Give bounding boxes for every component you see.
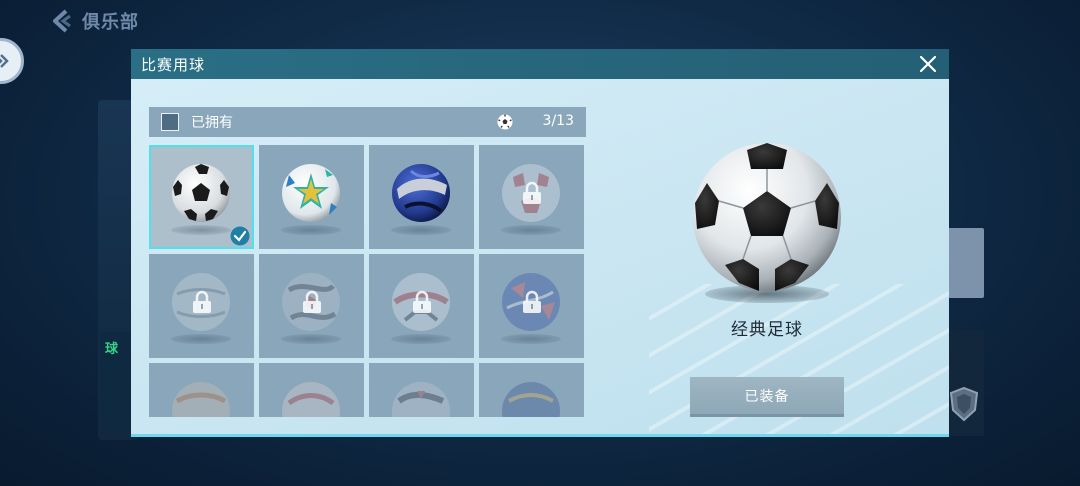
ball-cell-locked[interactable] [149,254,254,358]
background-tag-text: 球 [105,342,119,357]
owned-count: 3/13 [542,113,574,129]
ball-cell-locked[interactable] [369,363,474,417]
ball-cell-locked[interactable] [259,363,364,417]
selected-ball-name: 经典足球 [731,320,803,340]
double-chevron-right-icon [0,54,9,68]
blue-football-icon [392,164,450,222]
selected-check-icon [230,226,250,246]
orange-football-icon [172,382,230,417]
lock-icon [523,181,541,204]
lock-icon [523,290,541,313]
ball-cell-locked[interactable] [259,254,364,358]
ball-grid-scroll[interactable] [149,145,586,417]
ball-shadow [501,225,561,235]
ball-cell-locked[interactable] [479,254,584,358]
star-football-icon [282,164,340,222]
ball-cell-classic[interactable] [149,145,254,249]
close-icon[interactable] [917,53,939,75]
football-icon [497,114,513,130]
ball-shadow [391,334,451,344]
owned-filter-checkbox[interactable] [161,113,179,131]
ball-grid [149,145,586,417]
equipped-button[interactable]: 已装备 [690,377,844,417]
ball-cell-star[interactable] [259,145,364,249]
equipped-button-label: 已装备 [744,388,790,405]
ball-shadow [281,334,341,344]
background-header: 俱乐部 [48,8,139,34]
dialog-header: 比赛用球 [131,49,949,79]
lock-icon [303,290,321,313]
match-ball-dialog: 比赛用球 已拥有 3/13 经典足球 已装备 [131,49,949,437]
red-football-icon [282,382,340,417]
ball-cell-blue[interactable] [369,145,474,249]
ball-cell-locked[interactable] [479,145,584,249]
classic-football-preview-icon [693,143,841,291]
owned-filter-bar: 已拥有 3/13 [149,107,586,137]
ball-cell-locked[interactable] [149,363,254,417]
side-expand-button[interactable] [0,38,24,84]
dialog-title: 比赛用球 [141,55,206,74]
owned-filter-label: 已拥有 [191,115,233,131]
back-arrow-icon[interactable] [48,8,74,34]
ball-shadow [171,334,231,344]
lock-icon [413,290,431,313]
navy-football-icon [502,382,560,417]
ball-cell-locked[interactable] [479,363,584,417]
background-title: 俱乐部 [82,12,139,33]
ball-shadow [281,225,341,235]
ball-shadow [501,334,561,344]
ball-cell-locked[interactable] [369,254,474,358]
shield-icon [949,386,979,422]
dark-football-icon [392,382,450,417]
ball-shadow [391,225,451,235]
ball-shadow [171,225,231,235]
lock-icon [193,290,211,313]
classic-football-icon [172,164,230,222]
background-card-right [948,228,984,298]
